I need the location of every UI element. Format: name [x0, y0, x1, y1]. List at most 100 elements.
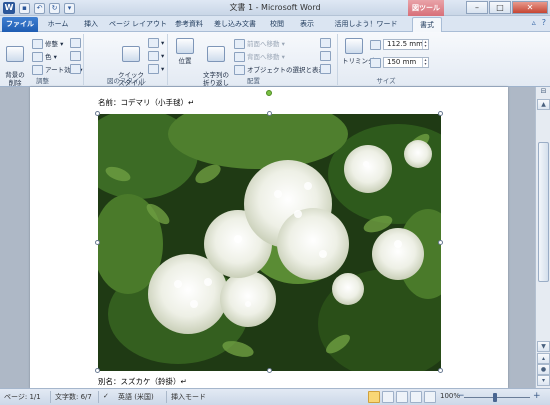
- group-objects-icon: [320, 51, 331, 61]
- tab-references[interactable]: 参考資料: [172, 17, 206, 32]
- crop-button[interactable]: トリミング: [342, 38, 375, 65]
- group-label-arrange: 配置: [247, 77, 260, 85]
- window-controls: – □ ✕: [466, 1, 548, 14]
- browse-object-button[interactable]: ●: [537, 364, 550, 375]
- close-button[interactable]: ✕: [512, 1, 548, 14]
- print-layout-view-button[interactable]: [368, 391, 380, 403]
- rotate-button[interactable]: [320, 64, 333, 74]
- scroll-thumb[interactable]: [538, 142, 549, 282]
- flower-photo[interactable]: [98, 114, 441, 371]
- ribbon: 背景の 削除 修整 ▾ 色 ▾ アート効果 ▾ 調整 クイック スタイル ▾ ▾…: [0, 32, 550, 87]
- reset-picture-button[interactable]: [70, 64, 83, 74]
- width-spinner[interactable]: ▴ ▾: [422, 58, 428, 67]
- send-backward-button[interactable]: 背面へ移動 ▾: [234, 51, 285, 62]
- corrections-button[interactable]: 修整 ▾: [32, 38, 63, 49]
- zoom-out-icon[interactable]: −: [457, 391, 465, 401]
- group-label-adjust: 調整: [36, 77, 49, 85]
- flower-photo-image: [98, 114, 441, 371]
- picture-layout-icon: [148, 64, 159, 74]
- tab-page-layout[interactable]: ページ レイアウト: [108, 17, 168, 32]
- maximize-button[interactable]: □: [489, 1, 511, 14]
- status-page[interactable]: ページ: 1/1: [4, 392, 41, 402]
- picture-layout-button[interactable]: ▾: [148, 64, 164, 74]
- corrections-icon: [32, 39, 43, 49]
- status-separator: [166, 391, 167, 403]
- position-button[interactable]: 位置: [174, 38, 196, 65]
- outline-view-button[interactable]: [410, 391, 422, 403]
- document-area: 名前：コデマリ（小手毬）↵ 別名：スズカケ（鈴掛）↵: [0, 87, 535, 388]
- send-backward-icon: [234, 52, 245, 62]
- caption-top[interactable]: 名前：コデマリ（小手毬）↵: [98, 97, 194, 108]
- align-button[interactable]: [320, 38, 333, 48]
- group-arrange: 位置 文字列の 折り返し 前面へ移動 ▾ 背面へ移動 ▾ オブジェクトの選択と表…: [170, 34, 338, 87]
- caption-bottom[interactable]: 別名：スズカケ（鈴掛）↵: [98, 376, 187, 387]
- tab-format[interactable]: 書式: [412, 17, 442, 32]
- resize-handle-bottom[interactable]: [267, 368, 272, 373]
- resize-handle-top-left[interactable]: [95, 111, 100, 116]
- tab-mailings[interactable]: 差し込み文書: [210, 17, 260, 32]
- group-size: トリミング 112.5 mm ▴ ▾ 150 mm ▴ ▾ サイズ: [340, 34, 432, 85]
- picture-border-button[interactable]: ▾: [148, 38, 164, 48]
- resize-handle-bottom-left[interactable]: [95, 368, 100, 373]
- draft-view-button[interactable]: [424, 391, 436, 403]
- web-layout-view-button[interactable]: [396, 391, 408, 403]
- bring-forward-icon: [234, 39, 245, 49]
- resize-handle-top[interactable]: [267, 111, 272, 116]
- scroll-up-button[interactable]: ▲: [537, 99, 550, 110]
- artistic-effects-icon: [32, 65, 43, 75]
- color-button[interactable]: 色 ▾: [32, 51, 57, 62]
- group-picture-styles: クイック スタイル ▾ ▾ ▾ 図のスタイル: [86, 34, 168, 87]
- group-objects-button[interactable]: [320, 51, 333, 61]
- document-page[interactable]: 名前：コデマリ（小手毬）↵ 別名：スズカケ（鈴掛）↵: [30, 87, 508, 388]
- resize-handle-bottom-right[interactable]: [438, 368, 443, 373]
- status-separator: [50, 391, 51, 403]
- tab-home[interactable]: ホーム: [42, 17, 74, 32]
- proofing-icon[interactable]: ✓: [103, 392, 109, 400]
- minimize-ribbon-icon[interactable]: ▵: [532, 18, 536, 27]
- tab-view[interactable]: 表示: [294, 17, 320, 32]
- quick-styles-icon: [122, 46, 140, 62]
- tab-katsuyou[interactable]: 活用しよう！ワード: [328, 17, 404, 32]
- width-icon: [370, 58, 381, 68]
- title-bar: W ▪ ↶ ↻ ▾ 文書 1 - Microsoft Word 図ツール – □…: [0, 0, 550, 16]
- compress-pictures-button[interactable]: [70, 38, 83, 48]
- resize-handle-top-right[interactable]: [438, 111, 443, 116]
- change-picture-button[interactable]: [70, 51, 83, 61]
- remove-background-icon: [6, 46, 24, 62]
- zoom-in-icon[interactable]: +: [533, 391, 541, 401]
- selected-picture[interactable]: [95, 90, 443, 373]
- tab-insert[interactable]: 挿入: [78, 17, 104, 32]
- tab-file[interactable]: ファイル: [2, 17, 38, 32]
- prev-page-button[interactable]: ▴: [537, 353, 550, 364]
- rotate-handle[interactable]: [266, 90, 272, 96]
- width-input[interactable]: 150 mm ▴ ▾: [383, 57, 429, 68]
- next-page-button[interactable]: ▾: [537, 375, 550, 386]
- vertical-scrollbar[interactable]: ⊟ ▲ ▼ ▴ ● ▾: [535, 87, 550, 388]
- status-word-count[interactable]: 文字数: 6/7: [55, 392, 92, 402]
- scroll-down-button[interactable]: ▼: [537, 341, 550, 352]
- group-label-picture-styles: 図のスタイル: [107, 77, 146, 85]
- help-icon[interactable]: ?: [542, 18, 546, 27]
- height-spinner[interactable]: ▴ ▾: [422, 40, 428, 49]
- zoom-slider[interactable]: [464, 397, 530, 398]
- group-label-size: サイズ: [376, 77, 396, 85]
- color-icon: [32, 52, 43, 62]
- zoom-slider-thumb[interactable]: [493, 393, 497, 402]
- change-picture-icon: [70, 51, 81, 61]
- picture-effects-button[interactable]: ▾: [148, 51, 164, 61]
- minimize-button[interactable]: –: [466, 1, 488, 14]
- ruler-toggle-icon[interactable]: ⊟: [537, 87, 550, 98]
- selection-pane-button[interactable]: オブジェクトの選択と表示: [234, 64, 325, 75]
- status-insert-mode[interactable]: 挿入モード: [171, 392, 206, 402]
- resize-handle-left[interactable]: [95, 240, 100, 245]
- tab-review[interactable]: 校閲: [266, 17, 288, 32]
- full-screen-reading-view-button[interactable]: [382, 391, 394, 403]
- resize-handle-right[interactable]: [438, 240, 443, 245]
- picture-effects-icon: [148, 51, 159, 61]
- status-bar: ページ: 1/1 文字数: 6/7 ✓ 英語 (米国) 挿入モード 100% −…: [0, 388, 550, 405]
- bring-forward-button[interactable]: 前面へ移動 ▾: [234, 38, 285, 49]
- rotate-icon: [320, 64, 331, 74]
- compress-icon: [70, 38, 81, 48]
- status-language[interactable]: 英語 (米国): [118, 392, 154, 402]
- height-input[interactable]: 112.5 mm ▴ ▾: [383, 39, 429, 50]
